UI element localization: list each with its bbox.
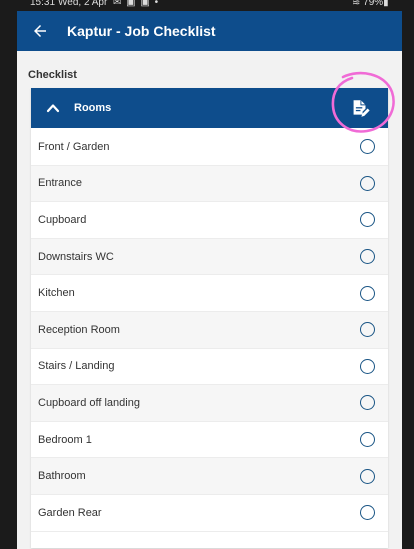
edit-document-icon [353,100,370,117]
checklist-item[interactable]: Front / Garden [31,129,388,166]
checklist-item[interactable]: Bathroom [31,458,388,495]
radio-button[interactable] [360,175,375,191]
checklist-item-label: Downstairs WC [38,250,114,263]
status-time: 15:31 [30,0,56,8]
radio-button[interactable] [360,505,375,521]
checklist-item-label: Reception Room [38,323,120,336]
checklist-item-label: Front / Garden [38,140,110,153]
checklist-item-label: Garden Rear [38,506,102,519]
checklist-rows: Front / Garden Entrance Cupboard Downstairs… [31,129,388,532]
page-title: Kaptur - Job Checklist [67,23,216,39]
chevron-up-icon [46,104,60,113]
checklist-label: Checklist [28,69,77,81]
radio-button[interactable] [360,395,375,411]
checklist-item[interactable]: Entrance [31,165,388,203]
checklist-item-label: Bedroom 1 [38,433,92,446]
back-button[interactable] [31,22,49,40]
radio-button[interactable] [360,358,375,374]
checklist-item-label: Cupboard [38,213,87,226]
checklist-item-label: Stairs / Landing [38,360,115,373]
checklist-item-label: Cupboard off landing [38,396,140,409]
rooms-card: Rooms Front / Garden Entrance Cupboard Down… [31,88,388,548]
status-bar: 15:31 Wed, 2 Apr ✉ ▣ ▣ • ≋ 79%▮ [0,0,414,11]
radio-button[interactable] [360,468,375,484]
radio-button[interactable] [360,139,375,155]
app-window: Kaptur - Job Checklist Checklist Rooms F… [17,11,402,549]
checklist-item-label: Entrance [38,177,83,190]
arrow-left-icon [34,25,46,37]
checklist-item[interactable]: Bedroom 1 [31,421,388,459]
section-title: Rooms [74,102,112,114]
collapse-button[interactable] [45,101,61,115]
checklist-item[interactable]: Kitchen [31,275,388,312]
checklist-item[interactable]: Cupboard [31,202,388,239]
checklist-item[interactable]: Stairs / Landing [31,348,388,386]
checklist-item[interactable]: Reception Room [31,311,388,349]
radio-button[interactable] [360,285,375,301]
checklist-item[interactable]: Cupboard off landing [31,385,388,422]
status-battery: ≋ 79%▮ [352,0,389,8]
status-notification-icons: ✉ ▣ ▣ • [113,0,160,8]
app-bar: Kaptur - Job Checklist [17,11,402,51]
checklist-item[interactable]: Downstairs WC [31,238,388,276]
radio-button[interactable] [360,249,375,265]
rooms-header[interactable]: Rooms [31,88,388,128]
status-date: Wed, 2 Apr [58,0,108,8]
radio-button[interactable] [360,432,375,448]
checklist-item[interactable]: Garden Rear [31,494,388,532]
radio-button[interactable] [360,212,375,228]
edit-rooms-button[interactable] [349,98,371,120]
checklist-item-label: Kitchen [38,287,75,300]
radio-button[interactable] [360,322,375,338]
checklist-item-label: Bathroom [38,470,86,483]
